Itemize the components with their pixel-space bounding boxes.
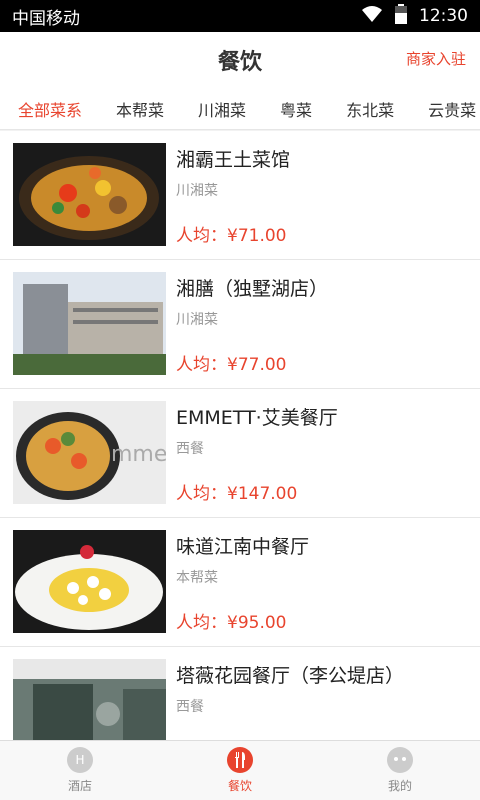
clock: 12:30 xyxy=(419,6,468,26)
restaurant-price: 人均：¥95.00 xyxy=(176,613,287,633)
nav-profile-label: 我的 xyxy=(387,779,412,793)
restaurant-category: 川湘菜 xyxy=(176,183,218,199)
carrier-label: 中国移动 xyxy=(12,8,80,29)
status-bar: 中国移动 12:30 xyxy=(0,0,480,32)
tab-northeast[interactable]: 东北菜 xyxy=(328,97,394,121)
restaurant-category: 西餐 xyxy=(176,441,204,457)
page-title: 餐饮 xyxy=(217,50,262,75)
restaurant-item[interactable]: mmet EMMETT·艾美餐厅 西餐 人均：¥147.00 xyxy=(0,389,480,518)
restaurant-category: 西餐 xyxy=(176,699,204,715)
restaurant-photo xyxy=(13,272,166,375)
restaurant-name: 塔薇花园餐厅（李公堤店） xyxy=(176,665,405,687)
restaurant-item[interactable]: 湘膳（独墅湖店） 川湘菜 人均：¥77.00 xyxy=(0,260,480,389)
wifi-icon xyxy=(361,5,383,28)
nav-profile[interactable]: 我的 xyxy=(320,741,480,800)
tab-cantonese[interactable]: 粤菜 xyxy=(262,97,312,121)
cuisine-tabs: 全部菜系 本帮菜 川湘菜 粤菜 东北菜 云贵菜 xyxy=(0,88,480,130)
restaurant-photo xyxy=(13,143,166,246)
bottom-navigation: H 酒店 餐饮 我的 xyxy=(0,740,480,800)
tab-chuanxiang[interactable]: 川湘菜 xyxy=(180,97,246,121)
restaurant-price: 人均：¥77.00 xyxy=(176,355,287,375)
tab-yungui[interactable]: 云贵菜 xyxy=(410,97,476,121)
restaurant-price: 人均：¥71.00 xyxy=(176,226,287,246)
app-header: 餐饮 商家入驻 xyxy=(0,32,480,88)
restaurant-list: 湘霸王土菜馆 川湘菜 人均：¥71.00 湘膳（独墅湖店） 川湘菜 人均：¥77… xyxy=(0,131,480,740)
nav-dining-label: 餐饮 xyxy=(227,779,252,793)
nav-hotel[interactable]: H 酒店 xyxy=(0,741,160,800)
restaurant-name: 湘霸王土菜馆 xyxy=(176,149,291,171)
restaurant-item[interactable]: 湘霸王土菜馆 川湘菜 人均：¥71.00 xyxy=(0,131,480,260)
restaurant-category: 川湘菜 xyxy=(176,312,218,328)
thumb-watermark: mmet xyxy=(111,442,166,467)
restaurant-name: 味道江南中餐厅 xyxy=(176,536,310,558)
restaurant-name: EMMETT·艾美餐厅 xyxy=(176,407,338,429)
restaurant-category: 本帮菜 xyxy=(176,570,218,586)
hotel-icon: H xyxy=(67,747,93,773)
nav-dining[interactable]: 餐饮 xyxy=(160,741,320,800)
restaurant-name: 湘膳（独墅湖店） xyxy=(176,278,329,300)
restaurant-photo: mmet xyxy=(13,401,166,504)
restaurant-photo xyxy=(13,659,166,740)
restaurant-item[interactable]: 塔薇花园餐厅（李公堤店） 西餐 xyxy=(0,647,480,740)
nav-hotel-label: 酒店 xyxy=(67,779,92,793)
restaurant-photo xyxy=(13,530,166,633)
restaurant-item[interactable]: 味道江南中餐厅 本帮菜 人均：¥95.00 xyxy=(0,518,480,647)
profile-icon xyxy=(387,747,413,773)
dining-icon xyxy=(227,747,253,773)
battery-icon xyxy=(395,3,407,29)
merchant-join-link[interactable]: 商家入驻 xyxy=(406,48,466,69)
restaurant-price: 人均：¥147.00 xyxy=(176,484,298,504)
tab-all-cuisines[interactable]: 全部菜系 xyxy=(0,97,82,121)
tab-benbang[interactable]: 本帮菜 xyxy=(98,97,164,121)
